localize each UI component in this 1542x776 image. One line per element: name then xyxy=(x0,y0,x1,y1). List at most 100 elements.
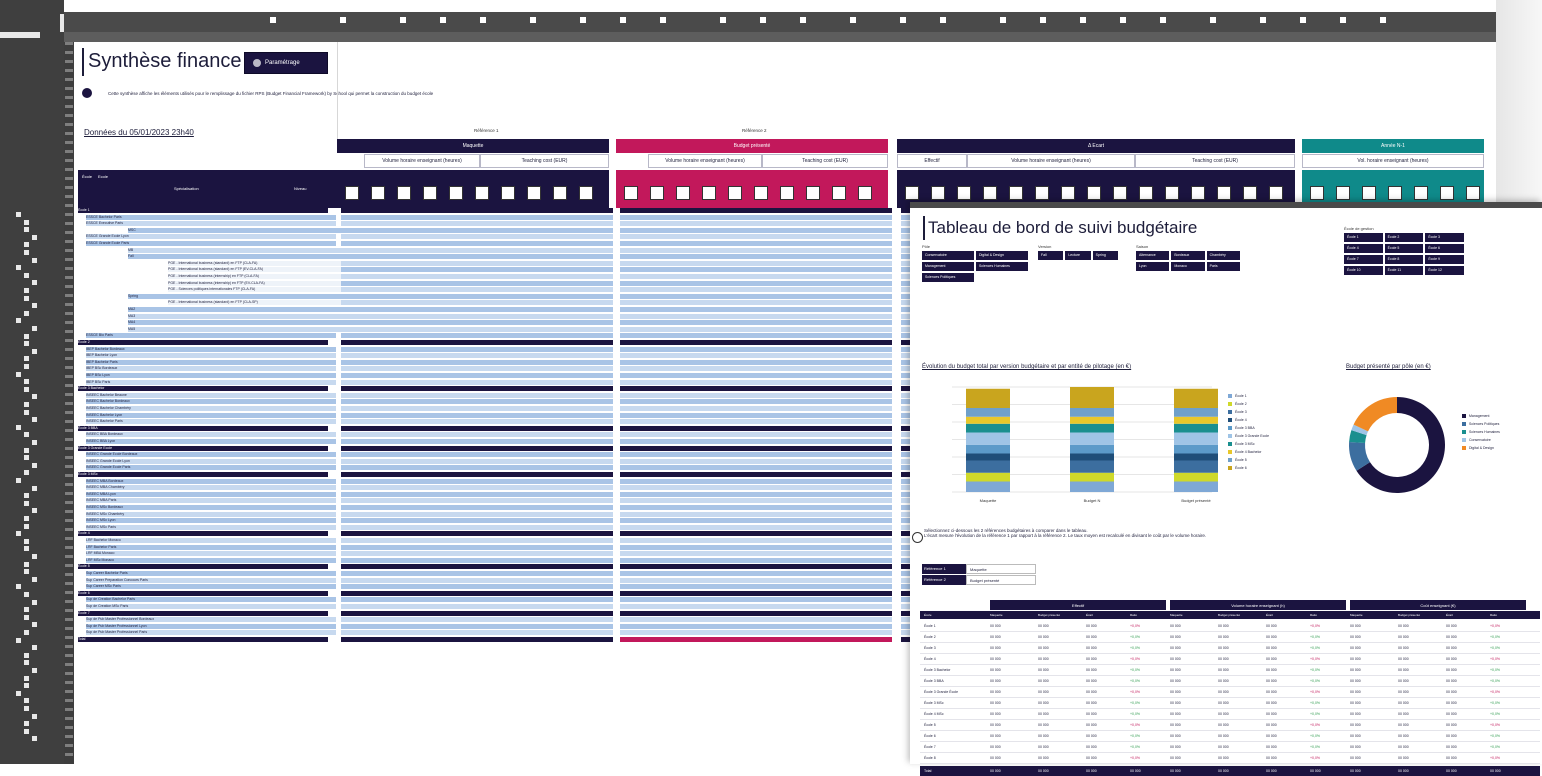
row-number[interactable] xyxy=(65,258,73,261)
legend-item[interactable]: Digital & Design xyxy=(1462,446,1500,450)
filter-dropdown-button[interactable] xyxy=(1414,186,1428,200)
slicer-saison-item[interactable]: Bordeaux xyxy=(1171,251,1205,260)
row-number[interactable] xyxy=(65,339,73,342)
slicer-version-item[interactable]: Spring xyxy=(1092,251,1118,260)
filter-dropdown-button[interactable] xyxy=(832,186,846,200)
bar-segment[interactable] xyxy=(966,481,1010,493)
row-number[interactable] xyxy=(65,555,73,558)
bar-segment[interactable] xyxy=(1174,481,1218,493)
outline-level-marker[interactable] xyxy=(32,417,37,423)
filter-dropdown-button[interactable] xyxy=(449,186,463,200)
outline-level-marker[interactable] xyxy=(24,721,29,727)
data-cell[interactable] xyxy=(620,386,892,392)
outline-level-marker[interactable] xyxy=(24,219,29,225)
data-cell[interactable] xyxy=(341,538,613,543)
slicer-saison-item[interactable]: Alternance xyxy=(1136,251,1170,260)
outline-level-marker[interactable] xyxy=(32,508,37,514)
data-cell[interactable] xyxy=(620,584,892,590)
data-cell[interactable] xyxy=(620,425,892,431)
row-number[interactable] xyxy=(65,483,73,486)
data-cell[interactable] xyxy=(620,445,892,451)
outline-level-marker[interactable] xyxy=(24,561,29,567)
data-cell[interactable] xyxy=(341,366,613,372)
row-number[interactable] xyxy=(65,294,73,297)
outline-level-marker[interactable] xyxy=(32,394,37,400)
row-number[interactable] xyxy=(65,330,73,333)
data-cell[interactable] xyxy=(620,452,892,458)
filter-dropdown-button[interactable] xyxy=(624,186,638,200)
row-number[interactable] xyxy=(65,528,73,531)
filter-dropdown-button[interactable] xyxy=(1139,186,1153,200)
data-cell[interactable] xyxy=(341,254,613,260)
data-cell[interactable] xyxy=(620,597,892,603)
bar-segment[interactable] xyxy=(966,444,1010,454)
donut-slice[interactable] xyxy=(1353,397,1397,432)
data-cell[interactable] xyxy=(341,333,613,339)
row-number[interactable] xyxy=(65,501,73,504)
row-number[interactable] xyxy=(65,699,73,702)
outline-level-marker[interactable] xyxy=(24,356,29,362)
bar-segment[interactable] xyxy=(1070,387,1114,408)
data-cell[interactable] xyxy=(341,452,613,458)
row-number[interactable] xyxy=(65,726,73,729)
bar-segment[interactable] xyxy=(1070,453,1114,461)
slicer-ecole-item[interactable]: École 3 xyxy=(1425,233,1464,242)
bar-segment[interactable] xyxy=(1174,472,1218,482)
outline-level-marker[interactable] xyxy=(32,645,37,651)
data-cell[interactable] xyxy=(620,478,892,484)
row-number[interactable] xyxy=(65,420,73,423)
row-number[interactable] xyxy=(65,645,73,648)
outline-level-marker[interactable] xyxy=(16,478,21,483)
table-row[interactable]: École 3 Grande École 00 000 00 000 00 000 +0… xyxy=(920,687,1540,698)
outline-level-marker[interactable] xyxy=(24,652,29,658)
legend-item[interactable]: École 5 xyxy=(1228,458,1269,462)
filter-dropdown-button[interactable] xyxy=(1113,186,1127,200)
outline-level-marker[interactable] xyxy=(24,227,29,233)
data-cell[interactable] xyxy=(341,373,613,378)
outline-level-marker[interactable] xyxy=(24,698,29,704)
slicer-ecole-item[interactable]: École 7 xyxy=(1344,255,1383,264)
data-cell[interactable] xyxy=(341,353,613,359)
data-cell[interactable] xyxy=(620,637,892,642)
table-row[interactable]: École 3 00 000 00 000 00 000 +0,0% 00 000 00 0… xyxy=(920,643,1540,654)
filter-dropdown-button[interactable] xyxy=(397,186,411,200)
data-cell[interactable] xyxy=(341,505,613,510)
data-cell[interactable] xyxy=(620,544,892,550)
row-number[interactable] xyxy=(65,168,73,171)
row-number[interactable] xyxy=(65,177,73,180)
data-cell[interactable] xyxy=(620,551,892,557)
table-row[interactable]: École 4 00 000 00 000 00 000 +0,0% 00 000 00 0… xyxy=(920,654,1540,665)
bar-segment[interactable] xyxy=(1174,388,1218,408)
data-cell[interactable] xyxy=(341,300,613,306)
slicer-ecole-item[interactable]: École 12 xyxy=(1425,266,1464,275)
data-cell[interactable] xyxy=(341,524,613,530)
outline-level-marker[interactable] xyxy=(24,386,29,392)
slicer-ecole-item[interactable]: École 4 xyxy=(1344,244,1383,253)
outline-level-marker[interactable] xyxy=(24,660,29,666)
data-cell[interactable] xyxy=(620,623,892,629)
row-number[interactable] xyxy=(65,222,73,225)
reference-1-dropdown[interactable]: Maquette xyxy=(966,564,1036,574)
row-number[interactable] xyxy=(65,240,73,243)
table-row[interactable]: École 4 MSc 00 000 00 000 00 000 +0,0% 00 000… xyxy=(920,709,1540,720)
filter-dropdown-button[interactable] xyxy=(858,186,872,200)
row-number[interactable] xyxy=(65,159,73,162)
filter-dropdown-button[interactable] xyxy=(1061,186,1075,200)
slicer-pole-item[interactable]: Management xyxy=(922,262,974,271)
data-cell[interactable] xyxy=(341,445,613,451)
outline-level-marker[interactable] xyxy=(16,637,21,643)
row-number[interactable] xyxy=(65,672,73,675)
slicer-ecole-item[interactable]: École 1 xyxy=(1344,233,1383,242)
row-number[interactable] xyxy=(65,618,73,621)
data-cell[interactable] xyxy=(341,208,613,213)
row-number[interactable] xyxy=(65,276,73,279)
data-cell[interactable] xyxy=(341,346,613,352)
slicer-version-item[interactable]: Lecture xyxy=(1065,251,1091,260)
data-cell[interactable] xyxy=(341,439,613,444)
outline-level-marker[interactable] xyxy=(24,341,29,347)
data-cell[interactable] xyxy=(341,293,613,299)
bar-segment[interactable] xyxy=(1174,416,1218,424)
filter-dropdown-button[interactable] xyxy=(957,186,971,200)
table-row[interactable]: École 7 00 000 00 000 00 000 +0,0% 00 000 00 0… xyxy=(920,742,1540,753)
outline-level-marker[interactable] xyxy=(32,462,37,468)
